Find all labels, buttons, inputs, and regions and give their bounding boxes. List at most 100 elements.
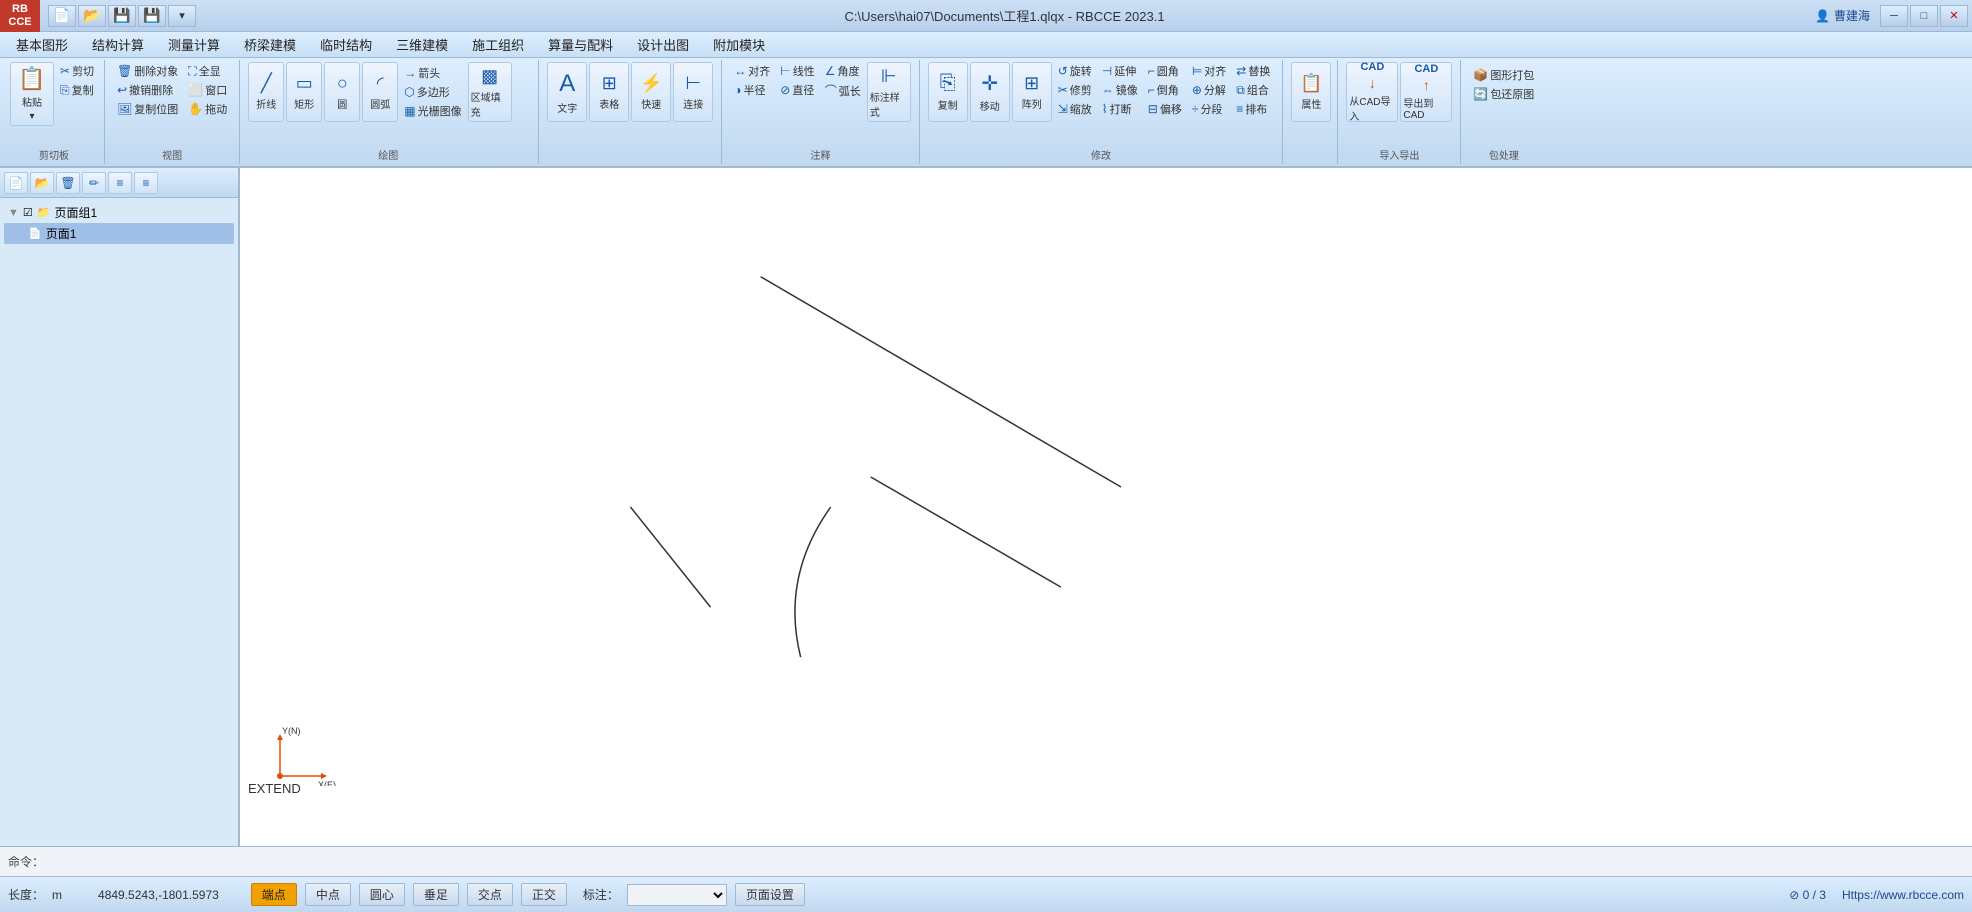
scale-btn[interactable]: ⇲ 缩放 [1054, 100, 1096, 118]
region-fill-btn[interactable]: ▩ 区域填充 [468, 62, 512, 122]
new-btn[interactable]: 📄 [48, 5, 76, 27]
polyline-btn[interactable]: ╱ 折线 [248, 62, 284, 122]
copy-btn[interactable]: ⎘ 复制 [56, 81, 98, 99]
polygon-btn[interactable]: ⬡ 多边形 [400, 83, 465, 101]
menu-quantity[interactable]: 算量与配料 [536, 33, 625, 56]
lp-open-btn[interactable]: 📂 [30, 172, 54, 194]
drawing-canvas[interactable] [240, 168, 1972, 846]
cad-wrap-icon: 📦 [1473, 68, 1488, 82]
open-btn[interactable]: 📂 [78, 5, 106, 27]
menu-temp-struct[interactable]: 临时结构 [308, 33, 384, 56]
group-btn[interactable]: ⧉ 组合 [1232, 81, 1274, 99]
cut-copy-stack: ✂ 剪切 ⎘ 复制 [56, 62, 98, 99]
split-btn[interactable]: ⊕ 分解 [1188, 81, 1230, 99]
paste-btn[interactable]: 📋 粘贴 ▾ [10, 62, 54, 126]
tree-page1[interactable]: 📄 页面1 [4, 223, 234, 244]
align-annot-btn[interactable]: ↔ 对齐 [730, 62, 774, 80]
semi-btn[interactable]: ◑ 半径 [730, 81, 774, 99]
drag-btn[interactable]: ✋ 拖动 [184, 100, 231, 118]
menu-design-draw[interactable]: 设计出图 [625, 33, 701, 56]
align2-icon: ⊨ [1192, 64, 1202, 78]
offset-btn[interactable]: ⊟ 偏移 [1144, 100, 1186, 118]
arc-len-btn[interactable]: ⌒ 弧长 [821, 81, 865, 100]
rotate-btn[interactable]: ↺ 旋转 [1054, 62, 1096, 80]
menu-construction[interactable]: 施工组织 [460, 33, 536, 56]
save-btn[interactable]: 💾 [108, 5, 136, 27]
copy-pos-btn[interactable]: 🖼 复制位图 [113, 100, 182, 118]
undo-delete-btn[interactable]: ↩ 撤销删除 [113, 81, 182, 99]
connect-btn[interactable]: ⊢ 连接 [673, 62, 713, 122]
menu-3d[interactable]: 三维建模 [384, 33, 460, 56]
chamfer-btn[interactable]: ⌐ 倒角 [1144, 81, 1186, 99]
replace-btn[interactable]: ⇄ 替换 [1232, 62, 1274, 80]
lp-align-left-btn[interactable]: ≡ [108, 172, 132, 194]
angle-btn[interactable]: ∠ 角度 [821, 62, 865, 80]
text-btn[interactable]: A 文字 [547, 62, 587, 122]
copy2-btn[interactable]: ⎘ 复制 [928, 62, 968, 122]
cad-wrap-btn[interactable]: 📦 图形打包 [1469, 66, 1538, 84]
move-btn[interactable]: ✛ 移动 [970, 62, 1010, 122]
cut-btn[interactable]: ✂ 剪切 [56, 62, 98, 80]
diameter-btn[interactable]: ⊘ 直径 [776, 81, 818, 99]
fillet-btn[interactable]: ⌐ 圆角 [1144, 62, 1186, 80]
mirror-btn[interactable]: ⇔ 镜像 [1098, 81, 1142, 99]
to-cad-btn[interactable]: CAD ↑ 导出到CAD [1400, 62, 1452, 122]
menu-addon[interactable]: 附加模块 [701, 33, 777, 56]
align2-btn[interactable]: ⊨ 对齐 [1188, 62, 1230, 80]
array-btn[interactable]: ⊞ 阵列 [1012, 62, 1052, 122]
annot-select[interactable] [627, 884, 727, 906]
rotate-icon: ↺ [1058, 64, 1068, 78]
lp-new-btn[interactable]: 📄 [4, 172, 28, 194]
tree-page-group[interactable]: ▼ ☑ 📁 页面组1 [4, 202, 234, 223]
linear-btn[interactable]: ⊢ 线性 [776, 62, 818, 80]
close-btn[interactable]: ✕ [1940, 5, 1968, 27]
lp-edit-btn[interactable]: ✏ [82, 172, 106, 194]
delete-obj-btn[interactable]: 🗑 删除对象 [113, 62, 182, 80]
fast-btn[interactable]: ⚡ 快速 [631, 62, 671, 122]
page-settings-btn[interactable]: 页面设置 [735, 883, 805, 906]
move-icon: ✛ [981, 71, 998, 96]
divide-btn[interactable]: ÷ 分段 [1188, 100, 1230, 118]
arc-btn[interactable]: ◜ 圆弧 [362, 62, 398, 122]
lp-align-right-btn[interactable]: ≡ [134, 172, 158, 194]
scale-label: 缩放 [1070, 101, 1092, 117]
saveas-btn[interactable]: 💾 [138, 5, 166, 27]
restore-btn[interactable]: □ [1910, 5, 1938, 27]
window-btn[interactable]: ⬜ 窗口 [184, 81, 231, 99]
annot-style-btn[interactable]: ⊩ 标注样式 [867, 62, 911, 122]
fullscreen-btn[interactable]: ⛶ 全显 [184, 62, 231, 80]
cmd-input[interactable] [52, 854, 452, 870]
prop-btn[interactable]: 📋 属性 [1291, 62, 1331, 122]
rect-btn[interactable]: ▭ 矩形 [286, 62, 322, 122]
restore-orig-btn[interactable]: 🔄 包还原图 [1469, 85, 1538, 103]
circle-btn[interactable]: ○ 圆 [324, 62, 360, 122]
trim-btn[interactable]: ✂ 修剪 [1054, 81, 1096, 99]
from-cad-btn[interactable]: CAD ↓ 从CAD导入 [1346, 62, 1398, 122]
menu-bridge[interactable]: 桥梁建模 [232, 33, 308, 56]
snap-endpoint-btn[interactable]: 端点 [251, 883, 297, 906]
arrange-btn[interactable]: ≡ 排布 [1232, 100, 1274, 118]
snap-midpoint-btn[interactable]: 中点 [305, 883, 351, 906]
menu-basic-shapes[interactable]: 基本图形 [4, 33, 80, 56]
quick-access-arrow[interactable]: ▾ [168, 5, 196, 27]
extend-btn[interactable]: ⊣ 延伸 [1098, 62, 1142, 80]
diameter-icon: ⊘ [780, 83, 790, 97]
website-link[interactable]: Https://www.rbcce.com [1842, 888, 1964, 902]
snap-perp-btn[interactable]: 垂足 [413, 883, 459, 906]
tree-checkbox[interactable]: ☑ [23, 206, 33, 219]
table-btn[interactable]: ⊞ 表格 [589, 62, 629, 122]
draw-content: ╱ 折线 ▭ 矩形 ○ 圆 ◜ 圆弧 → 箭头 [248, 62, 528, 148]
minimize-btn[interactable]: ─ [1880, 5, 1908, 27]
delete-obj-icon: 🗑 [117, 64, 132, 78]
lp-delete-btn[interactable]: 🗑 [56, 172, 80, 194]
snap-center-btn[interactable]: 圆心 [359, 883, 405, 906]
hatch-btn[interactable]: ▦ 光栅图像 [400, 102, 465, 120]
align-icon: ↔ [734, 64, 746, 78]
snap-ortho-btn[interactable]: 正交 [521, 883, 567, 906]
snap-inter-btn[interactable]: 交点 [467, 883, 513, 906]
break-btn[interactable]: ⌇ 打断 [1098, 100, 1142, 118]
menu-struct-calc[interactable]: 结构计算 [80, 33, 156, 56]
menu-measure-calc[interactable]: 测量计算 [156, 33, 232, 56]
arrow-btn[interactable]: → 箭头 [400, 64, 465, 82]
canvas-area[interactable]: Y(N) X(E) EXTEND [240, 168, 1972, 846]
